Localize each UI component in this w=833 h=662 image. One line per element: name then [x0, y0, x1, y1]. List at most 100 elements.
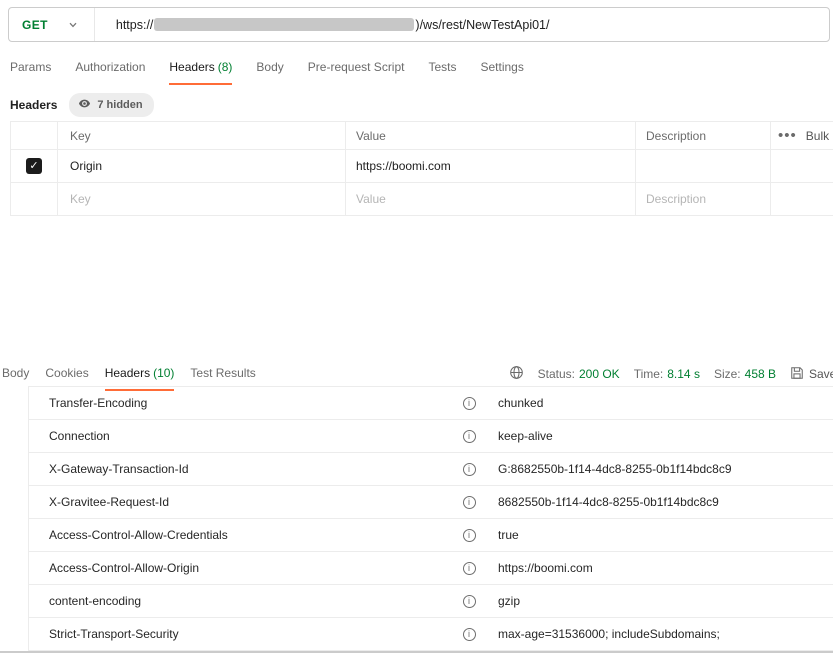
- column-header-key: Key: [58, 122, 346, 149]
- header-name: content-encoding: [29, 594, 449, 608]
- header-value: 8682550b-1f14-4dc8-8255-0b1f14bdc8c9: [489, 495, 833, 509]
- tab-label: Headers: [169, 60, 214, 74]
- time-value: 8.14 s: [667, 367, 700, 381]
- header-value: https://boomi.com: [489, 561, 833, 575]
- tab-label: Pre-request Script: [308, 60, 405, 74]
- tab-count: (10): [153, 366, 174, 380]
- header-value: max-age=31536000; includeSubdomains;: [489, 627, 833, 641]
- header-name: X-Gravitee-Request-Id: [29, 495, 449, 509]
- description-cell[interactable]: [636, 150, 771, 182]
- tab-label: Authorization: [75, 60, 145, 74]
- tab-count: (8): [218, 60, 233, 74]
- tab-body[interactable]: Body: [256, 60, 283, 85]
- status-label: Status:: [538, 367, 575, 381]
- description-cell-placeholder[interactable]: Description: [636, 183, 771, 215]
- table-row: ✓ Origin https://boomi.com: [11, 150, 833, 183]
- table-row-placeholder: Key Value Description: [11, 183, 833, 216]
- network-icon[interactable]: [509, 365, 524, 383]
- info-icon[interactable]: i: [449, 397, 489, 410]
- value-cell[interactable]: https://boomi.com: [346, 150, 636, 182]
- response-header-row: Connection i keep-alive: [29, 420, 833, 453]
- tab-label: Body: [256, 60, 283, 74]
- info-icon[interactable]: i: [449, 628, 489, 641]
- headers-panel-header: Headers 7 hidden: [10, 93, 154, 117]
- column-header-value: Value: [346, 122, 636, 149]
- row-actions: [771, 183, 833, 215]
- method-selector[interactable]: GET: [9, 8, 95, 41]
- header-value: G:8682550b-1f14-4dc8-8255-0b1f14bdc8c9: [489, 462, 833, 476]
- info-icon[interactable]: i: [449, 496, 489, 509]
- size-value: 458 B: [745, 367, 776, 381]
- bulk-edit-button[interactable]: Bulk Edit: [806, 129, 833, 143]
- value-cell-placeholder[interactable]: Value: [346, 183, 636, 215]
- response-header-row: Access-Control-Allow-Origin i https://bo…: [29, 552, 833, 585]
- size-label: Size:: [714, 367, 741, 381]
- response-headers-table: Transfer-Encoding i chunked Connection i…: [28, 386, 833, 651]
- status-value: 200 OK: [579, 367, 620, 381]
- tab-params[interactable]: Params: [10, 60, 51, 85]
- request-url-bar: GET https:// )/ws/rest/NewTestApi01/: [8, 7, 830, 42]
- more-actions-icon[interactable]: •••: [778, 128, 797, 143]
- response-header-row: Transfer-Encoding i chunked: [29, 387, 833, 420]
- header-name: Transfer-Encoding: [29, 396, 449, 410]
- row-actions: [771, 150, 833, 182]
- header-value: chunked: [489, 396, 833, 410]
- row-checkbox[interactable]: ✓: [26, 158, 42, 174]
- save-icon: [790, 366, 804, 383]
- eye-icon: [78, 97, 91, 113]
- tab-pre-request-script[interactable]: Pre-request Script: [308, 60, 405, 85]
- tab-authorization[interactable]: Authorization: [75, 60, 145, 85]
- key-cell[interactable]: Origin: [58, 150, 346, 182]
- header-name: Strict-Transport-Security: [29, 627, 449, 641]
- table-header-row: Key Value Description ••• Bulk Edit: [11, 122, 833, 150]
- tab-label: Params: [10, 60, 51, 74]
- response-header-row: X-Gateway-Transaction-Id i G:8682550b-1f…: [29, 453, 833, 486]
- method-label: GET: [22, 18, 48, 32]
- url-redacted-segment: [154, 18, 414, 31]
- tab-label: Body: [2, 366, 29, 380]
- time-indicator: Time: 8.14 s: [634, 367, 700, 381]
- save-response-button[interactable]: Save Response: [790, 366, 833, 383]
- tab-headers[interactable]: Headers (8): [169, 60, 232, 85]
- chevron-down-icon: [68, 20, 78, 30]
- info-icon[interactable]: i: [449, 430, 489, 443]
- tab-tests[interactable]: Tests: [428, 60, 456, 85]
- header-value: gzip: [489, 594, 833, 608]
- info-icon[interactable]: i: [449, 463, 489, 476]
- request-headers-table: Key Value Description ••• Bulk Edit ✓ Or…: [10, 121, 833, 216]
- hidden-headers-badge[interactable]: 7 hidden: [69, 93, 153, 117]
- tab-label: Settings: [481, 60, 524, 74]
- hidden-headers-count: 7 hidden: [97, 99, 142, 111]
- time-label: Time:: [634, 367, 664, 381]
- header-name: X-Gateway-Transaction-Id: [29, 462, 449, 476]
- tab-label: Headers: [105, 366, 150, 380]
- tab-settings[interactable]: Settings: [481, 60, 524, 85]
- header-name: Access-Control-Allow-Origin: [29, 561, 449, 575]
- header-name: Connection: [29, 429, 449, 443]
- section-divider: [0, 651, 833, 653]
- url-suffix: )/ws/rest/NewTestApi01/: [415, 18, 549, 32]
- header-value: true: [489, 528, 833, 542]
- tab-label: Cookies: [45, 366, 88, 380]
- info-icon[interactable]: i: [449, 595, 489, 608]
- url-prefix: https://: [116, 18, 154, 32]
- response-header-row: X-Gravitee-Request-Id i 8682550b-1f14-4d…: [29, 486, 833, 519]
- response-tab-body[interactable]: Body: [2, 366, 29, 391]
- table-actions: ••• Bulk Edit: [771, 122, 833, 149]
- url-input[interactable]: https:// )/ws/rest/NewTestApi01/: [95, 18, 550, 32]
- response-header-row: Strict-Transport-Security i max-age=3153…: [29, 618, 833, 651]
- key-cell-placeholder[interactable]: Key: [58, 183, 346, 215]
- tab-label: Test Results: [190, 366, 255, 380]
- row-checkbox-cell: ✓: [11, 150, 58, 182]
- save-response-label: Save Response: [809, 367, 833, 381]
- row-checkbox-cell: [11, 183, 58, 215]
- info-icon[interactable]: i: [449, 529, 489, 542]
- header-name: Access-Control-Allow-Credentials: [29, 528, 449, 542]
- info-icon[interactable]: i: [449, 562, 489, 575]
- tab-label: Tests: [428, 60, 456, 74]
- select-all-cell: [11, 122, 58, 149]
- headers-panel-title: Headers: [10, 98, 57, 112]
- size-indicator: Size: 458 B: [714, 367, 776, 381]
- response-header-row: Access-Control-Allow-Credentials i true: [29, 519, 833, 552]
- column-header-description: Description: [636, 122, 771, 149]
